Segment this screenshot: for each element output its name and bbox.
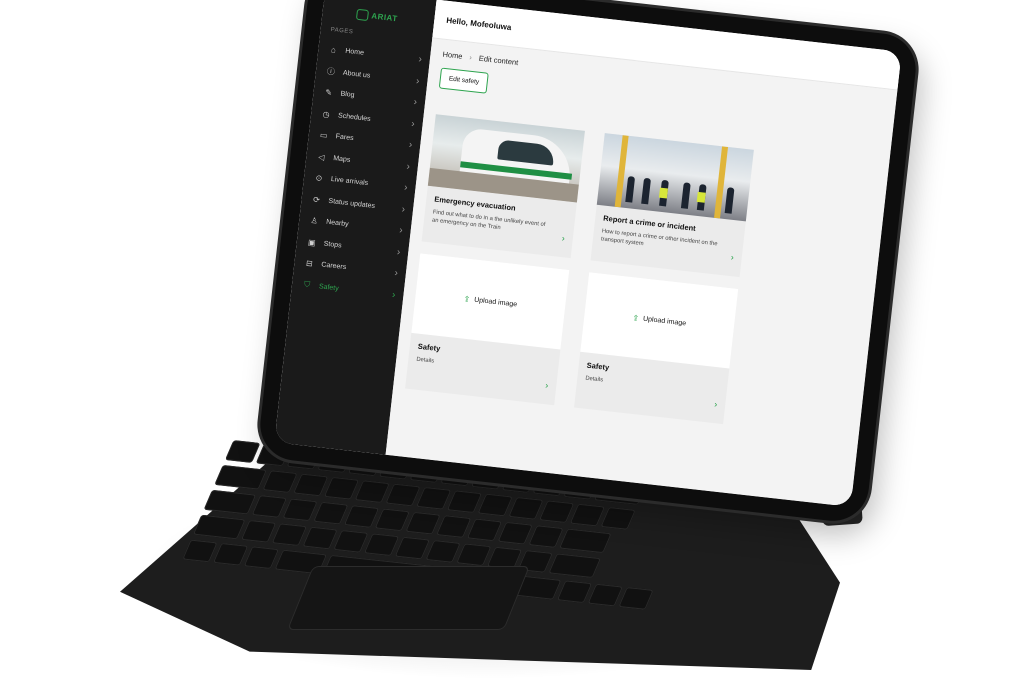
chevron-right-icon: › xyxy=(393,267,399,280)
live-icon: ⊙ xyxy=(315,173,323,184)
upload-label: Upload image xyxy=(473,296,518,308)
clock-icon: ◷ xyxy=(322,109,331,120)
chevron-right-icon: › xyxy=(405,161,411,173)
card-report-crime[interactable]: Report a crime or incident How to report… xyxy=(590,133,754,278)
tablet-screen: ARIAT PAGES ⌂ Home › ⓘ About us › ✎ Blog › ◷ Sched… xyxy=(274,0,902,507)
navigation-icon: ◁ xyxy=(317,152,325,162)
chevron-right-icon: › xyxy=(401,203,406,216)
sidebar-item-label: Status updates xyxy=(328,197,376,210)
ticket-icon: ▭ xyxy=(319,130,329,141)
sidebar-item-label: Stops xyxy=(323,240,342,250)
sidebar-item-label: Careers xyxy=(320,261,347,272)
edit-safety-button[interactable]: Edit safety xyxy=(438,67,490,94)
upload-label: Upload image xyxy=(642,315,687,327)
chevron-right-icon: › xyxy=(413,96,418,109)
info-icon: ⓘ xyxy=(326,66,336,77)
chevron-right-icon[interactable]: › xyxy=(545,380,549,390)
chevron-right-icon: › xyxy=(408,139,413,151)
home-icon: ⌂ xyxy=(330,45,337,55)
card-emergency-evacuation[interactable]: Emergency evacuation Find out what to do… xyxy=(421,114,585,259)
sidebar-item-label: Schedules xyxy=(337,112,371,123)
upload-icon: ⇪ xyxy=(631,312,640,323)
chevron-right-icon[interactable]: › xyxy=(714,399,718,409)
chevron-right-icon[interactable]: › xyxy=(730,252,734,262)
sidebar-item-label: Live arrivals xyxy=(330,176,369,188)
content-cards: Emergency evacuation Find out what to do… xyxy=(405,114,754,425)
edit-icon: ✎ xyxy=(324,88,333,98)
sidebar-item-label: Fares xyxy=(335,133,354,143)
shield-icon: ⛉ xyxy=(303,279,311,290)
breadcrumb-current: Edit content xyxy=(478,53,519,68)
brand-name: ARIAT xyxy=(370,11,399,24)
person-pin-icon: ♙ xyxy=(310,216,319,226)
chevron-right-icon: › xyxy=(396,246,401,258)
breadcrumb-home[interactable]: Home xyxy=(442,50,463,61)
sidebar-item-label: Blog xyxy=(340,90,355,100)
refresh-icon: ⟳ xyxy=(312,194,321,205)
brand-logo[interactable]: ARIAT xyxy=(355,8,435,29)
chevron-right-icon: › xyxy=(398,225,404,237)
trackpad[interactable] xyxy=(287,566,530,630)
main-content: Hello, Mofeoluwa Home › Edit content Edi… xyxy=(385,0,902,507)
chevron-right-icon: › xyxy=(415,75,421,87)
card-safety-2[interactable]: ⇪ Upload image Safety Details › xyxy=(574,272,739,425)
card-safety-1[interactable]: ⇪ Upload image Safety Details › xyxy=(405,253,570,406)
chevron-right-icon: › xyxy=(410,118,416,130)
chevron-right-icon: › xyxy=(403,182,409,194)
chevron-right-icon: › xyxy=(417,54,423,66)
sidebar-item-label: Maps xyxy=(332,154,351,164)
sidebar-item-label: About us xyxy=(342,69,371,80)
greeting: Hello, Mofeoluwa xyxy=(445,15,512,32)
train-logo-icon xyxy=(355,8,370,22)
bus-icon: ▣ xyxy=(307,237,317,248)
upload-icon: ⇪ xyxy=(463,293,471,304)
chevron-right-icon: › xyxy=(468,52,473,62)
sidebar-item-label: Nearby xyxy=(325,218,349,229)
sidebar-item-label: Home xyxy=(344,47,365,58)
tablet: ARIAT PAGES ⌂ Home › ⓘ About us › ✎ Blog › ◷ Sched… xyxy=(256,0,920,525)
chevron-right-icon: › xyxy=(391,289,397,301)
sidebar-item-label: Safety xyxy=(318,283,340,293)
chevron-right-icon[interactable]: › xyxy=(561,233,565,243)
briefcase-icon: ⊟ xyxy=(305,258,314,269)
